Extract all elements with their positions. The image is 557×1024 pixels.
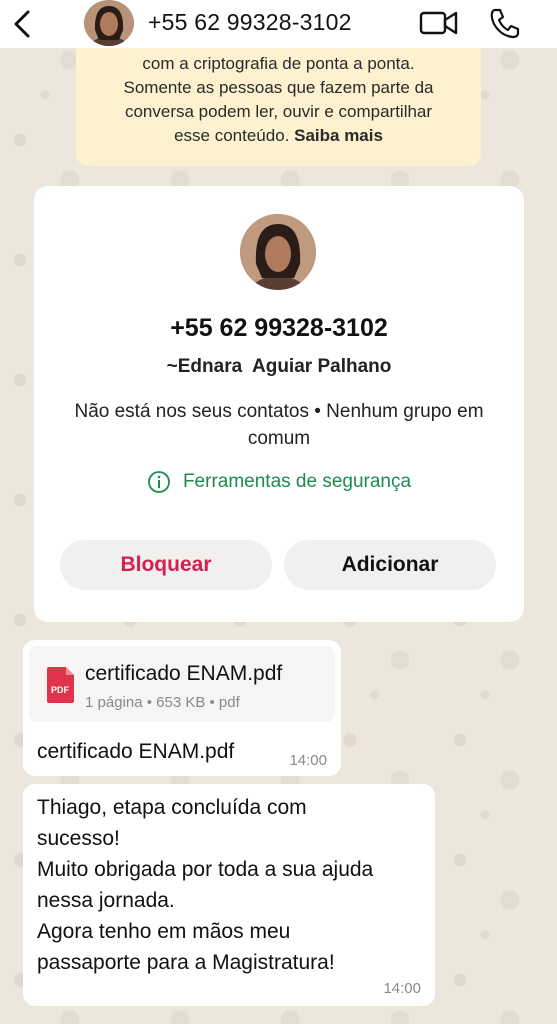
document-attachment[interactable]: PDF certificado ENAM.pdf 1 página • 653 … xyxy=(29,646,335,722)
encryption-notice-text: esse conteúdo. xyxy=(174,126,290,145)
phone-icon[interactable] xyxy=(488,6,520,40)
message-timestamp: 14:00 xyxy=(289,752,327,769)
chat-header: +55 62 99328-3102 xyxy=(0,0,557,48)
message-timestamp: 14:00 xyxy=(383,980,421,997)
contact-avatar[interactable] xyxy=(240,214,316,290)
safety-tools-link[interactable]: Ferramentas de segurança xyxy=(34,470,524,494)
message-line: Muito obrigada por toda a sua ajuda xyxy=(37,858,374,881)
block-button[interactable]: Bloquear xyxy=(60,540,272,590)
encryption-notice-line: conversa podem ler, ouvir e compartilhar xyxy=(124,102,433,121)
message-bubble-document[interactable]: PDF certificado ENAM.pdf 1 página • 653 … xyxy=(23,640,341,776)
pdf-file-icon: PDF xyxy=(47,667,74,703)
learn-more-link[interactable]: Saiba mais xyxy=(294,126,383,145)
video-camera-icon[interactable] xyxy=(419,8,459,38)
message-line: sucesso! xyxy=(37,827,120,850)
pdf-icon-label: PDF xyxy=(51,685,70,695)
message-text: Thiago, etapa concluída com sucesso! Mui… xyxy=(37,792,429,978)
contact-phone: +55 62 99328-3102 xyxy=(170,314,388,342)
message-line: Agora tenho em mãos meu xyxy=(37,920,291,943)
message-bubble-text[interactable]: Thiago, etapa concluída com sucesso! Mui… xyxy=(23,784,435,1006)
avatar[interactable] xyxy=(84,0,134,46)
add-contact-button[interactable]: Adicionar xyxy=(284,540,496,590)
message-caption: certificado ENAM.pdf xyxy=(37,740,235,763)
safety-tools-label: Ferramentas de segurança xyxy=(182,471,412,492)
encryption-notice-line: Somente as pessoas que fazem parte da xyxy=(123,78,434,97)
contact-info-card: +55 62 99328-3102 ~Ednara Aguiar Palhano… xyxy=(34,186,524,622)
contact-status-info: Não está nos seus contatos • Nenhum grup… xyxy=(74,401,484,449)
file-name: certificado ENAM.pdf xyxy=(85,662,283,685)
encryption-notice-line: esse conteúdo. Saiba mais xyxy=(90,124,467,148)
message-line: Thiago, etapa concluída com xyxy=(37,796,307,819)
contact-name: ~Ednara Aguiar Palhano xyxy=(166,356,392,377)
message-line: nessa jornada. xyxy=(37,889,175,912)
chevron-left-icon[interactable] xyxy=(10,9,36,39)
file-meta: 1 página • 653 KB • pdf xyxy=(85,694,240,711)
encryption-notice: com a criptografia de ponta a ponta. Som… xyxy=(76,30,481,166)
info-icon xyxy=(148,471,170,493)
chat-title[interactable]: +55 62 99328-3102 xyxy=(148,9,352,36)
encryption-notice-line: com a criptografia de ponta a ponta. xyxy=(142,54,415,73)
message-line: passaporte para a Magistratura! xyxy=(37,951,335,974)
